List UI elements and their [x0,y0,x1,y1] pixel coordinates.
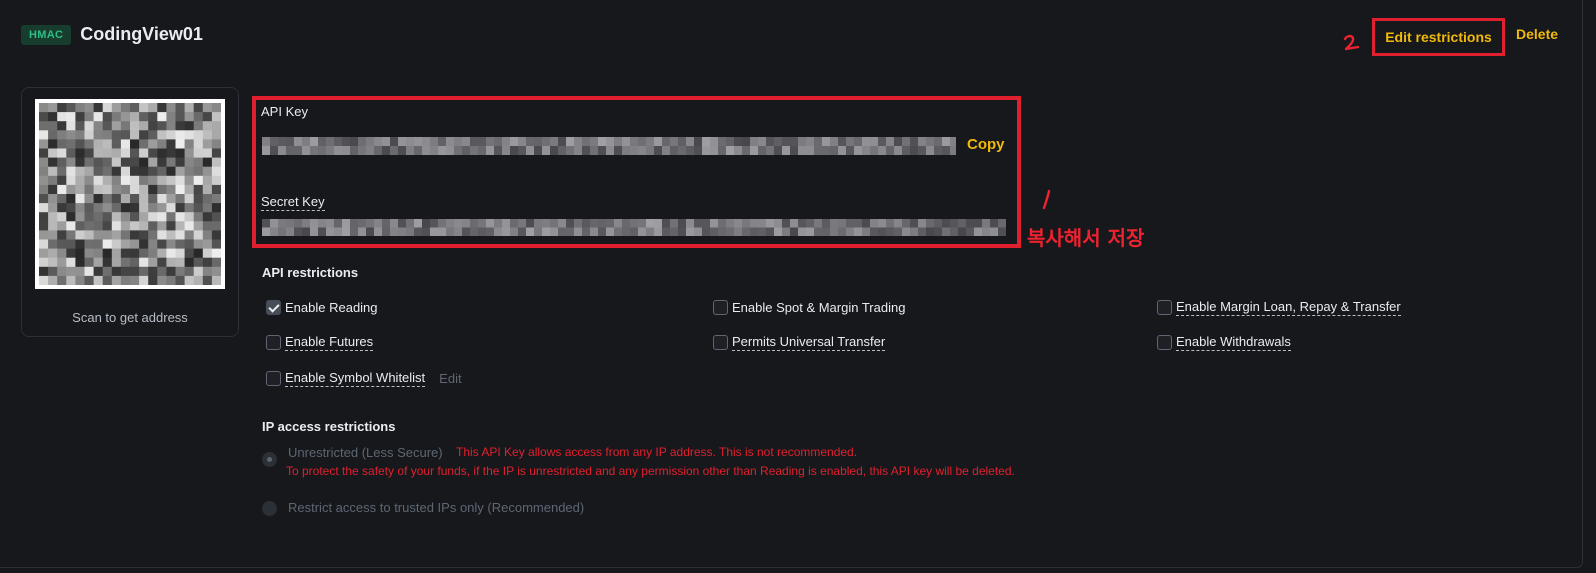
checkbox-icon[interactable] [266,334,281,350]
perm-enable-spot-margin-trading[interactable]: Enable Spot & Margin Trading [713,297,905,317]
annotation-note: 복사해서 저장 [1027,226,1145,250]
copy-api-key-button[interactable]: Copy [967,136,1005,153]
ip-warning-line2: To protect the safety of your funds, if … [286,464,1015,478]
perm-label: Enable Margin Loan, Repay & Transfer [1176,298,1401,316]
api-key-label: API Key [261,104,308,119]
perm-symbol-whitelist[interactable]: Enable Symbol Whitelist Edit [266,368,462,388]
annotation-mark-two [1343,34,1360,51]
checkbox-icon[interactable] [1157,334,1172,350]
checkbox-icon[interactable] [713,334,728,350]
radio-restricted[interactable]: Restrict access to trusted IPs only (Rec… [262,500,584,516]
perm-enable-withdrawals[interactable]: Enable Withdrawals [1157,332,1291,352]
ip-restrictions-title: IP access restrictions [262,419,396,434]
perm-label: Enable Symbol Whitelist [285,369,426,387]
radio-selected-icon[interactable] [262,452,277,467]
secret-key-value-masked [262,219,1006,236]
whitelist-edit-link[interactable]: Edit [439,371,461,386]
perm-enable-margin-loan[interactable]: Enable Margin Loan, Repay & Transfer [1157,297,1401,317]
radio-icon[interactable] [262,501,277,516]
checkbox-icon[interactable] [1157,299,1172,315]
qr-card: Scan to get address [21,87,239,337]
api-key-value-masked [262,137,956,155]
checkbox-icon[interactable] [713,299,728,315]
qr-code-image [39,103,221,285]
radio-restricted-label: Restrict access to trusted IPs only (Rec… [288,500,585,515]
hmac-badge: HMAC [21,24,72,45]
perm-label: Enable Futures [285,333,374,351]
perm-label: Enable Reading [285,299,378,315]
api-restrictions-title: API restrictions [262,265,359,280]
edit-restrictions-button[interactable]: Edit restrictions [1372,18,1505,56]
qr-code [35,99,225,289]
perm-label: Enable Spot & Margin Trading [732,299,906,315]
secret-key-label: Secret Key [261,194,325,211]
delete-button[interactable]: Delete [1516,26,1558,42]
checkbox-icon[interactable] [266,370,281,386]
checkbox-checked-icon[interactable] [266,299,281,315]
perm-label: Enable Withdrawals [1176,333,1291,351]
perm-enable-reading[interactable]: Enable Reading [266,297,378,317]
perm-universal-transfer[interactable]: Permits Universal Transfer [713,332,886,352]
perm-enable-futures[interactable]: Enable Futures [266,332,374,352]
api-key-name: CodingView01 [80,24,203,44]
api-key-header: HMAC CodingView01 [21,24,203,45]
qr-caption: Scan to get address [72,310,188,325]
radio-unrestricted-label: Unrestricted (Less Secure) [288,445,443,460]
annotation-mark-one [1042,189,1051,210]
ip-warning-line1: This API Key allows access from any IP a… [456,445,858,459]
perm-label: Permits Universal Transfer [732,333,886,351]
